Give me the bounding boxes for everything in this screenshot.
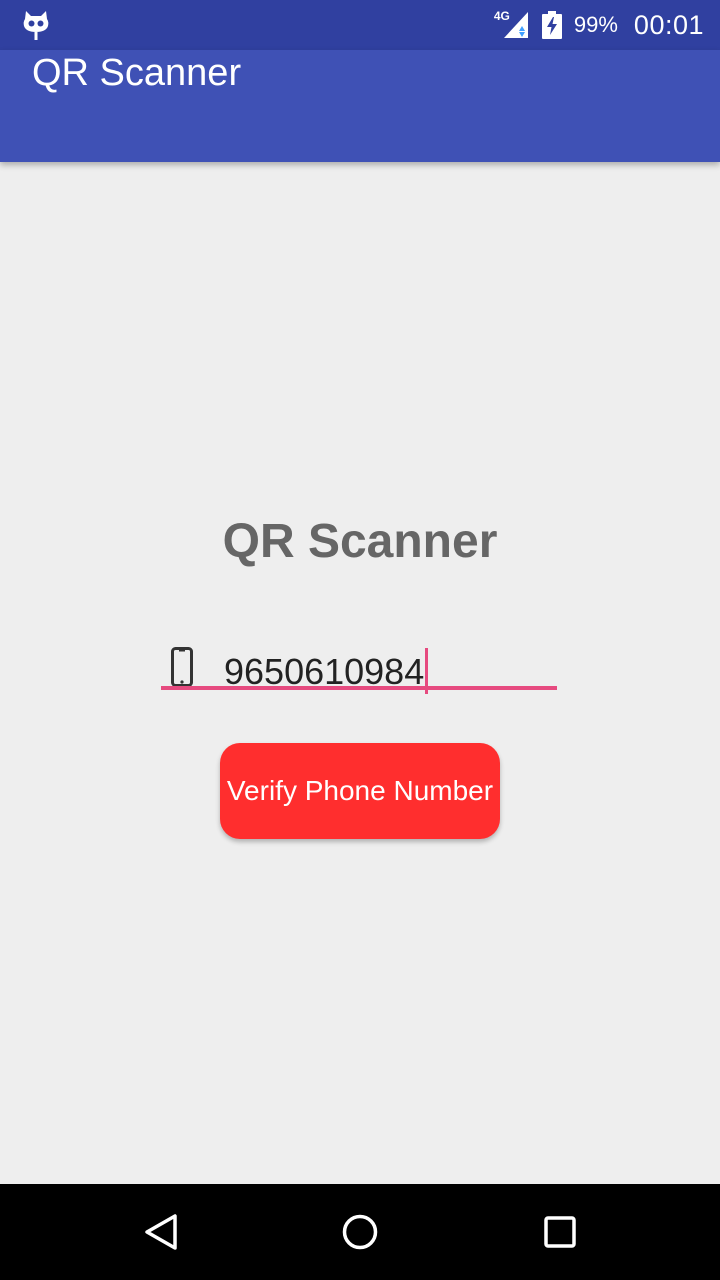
status-bar: 4G 99% 00:01 [0, 0, 720, 50]
smartphone-icon [171, 647, 193, 687]
phone-number-field[interactable]: 9650610984 [161, 644, 557, 694]
back-icon[interactable] [141, 1212, 181, 1252]
notification-cat-icon [23, 11, 49, 40]
main-content: QR Scanner 9650610984 Verify Phone Numbe… [0, 162, 720, 1184]
network-type-label: 4G [493, 9, 510, 23]
input-underline [161, 686, 557, 690]
app-title: QR Scanner [32, 52, 242, 94]
status-time: 00:01 [633, 9, 704, 40]
page-heading: QR Scanner [222, 515, 498, 568]
status-indicators: 4G 99% 00:01 [494, 0, 704, 50]
home-icon[interactable] [340, 1212, 380, 1252]
battery-charging-icon [541, 11, 562, 39]
verify-phone-button[interactable]: Verify Phone Number [220, 743, 500, 839]
battery-percent: 99% [573, 12, 618, 37]
navigation-bar [0, 1184, 720, 1280]
recents-icon[interactable] [540, 1212, 580, 1252]
